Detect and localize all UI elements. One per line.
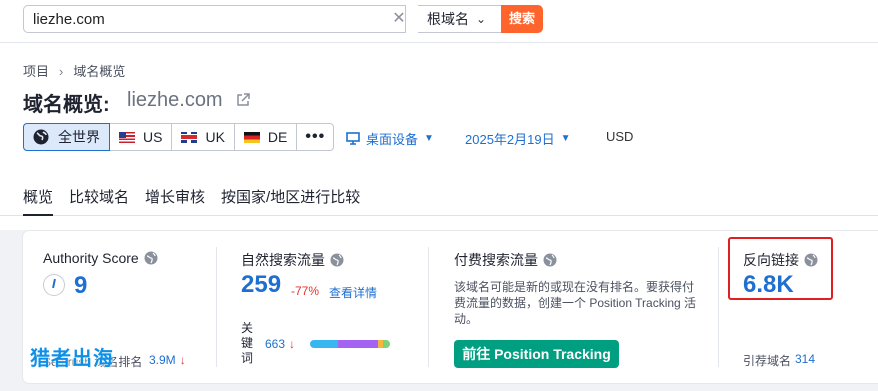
chevron-down-icon: ▼ <box>424 133 434 144</box>
metric-title: Authority Score <box>43 250 139 266</box>
chevron-down-icon: ▼ <box>560 133 571 144</box>
page-domain: liezhe.com <box>127 89 223 111</box>
divider <box>0 42 878 43</box>
view-details-link[interactable]: 查看详情 <box>329 284 377 301</box>
paid-traffic-description: 该域名可能是新的或现在没有排名。要获得付费流量的数据，创建一个 Position… <box>454 280 697 326</box>
rank-value[interactable]: 3.9M ↓ <box>149 353 186 367</box>
region-de[interactable]: DE <box>233 123 298 151</box>
globe-icon <box>33 129 49 145</box>
authority-score-title: Authority Score <box>43 250 158 266</box>
device-label: 桌面设备 <box>366 132 419 147</box>
de-flag-icon <box>243 131 260 143</box>
uk-flag-icon <box>181 131 198 143</box>
external-link-icon[interactable] <box>236 93 250 107</box>
divider <box>718 247 719 367</box>
info-icon[interactable] <box>543 253 557 267</box>
device-selector[interactable]: 桌面设备 ▼ <box>346 129 434 148</box>
search-button[interactable]: 搜索 <box>501 5 543 33</box>
watermark: 猎者出海 <box>30 348 114 370</box>
keywords-value[interactable]: 663 ↓ <box>265 337 295 351</box>
divider <box>428 247 429 367</box>
page-title: 域名概览: <box>23 94 110 116</box>
chevron-right-icon: › <box>59 64 64 79</box>
chevron-down-icon: ⌄ <box>476 12 487 26</box>
paid-traffic-title: 付费搜索流量 <box>454 250 557 270</box>
close-icon[interactable]: ✕ <box>390 9 408 29</box>
region-us[interactable]: US <box>109 123 173 151</box>
highlight-box <box>728 237 833 300</box>
date-label: 2025年2月19日 <box>465 132 555 147</box>
keyword-segment-1 <box>338 340 378 348</box>
authority-score-value[interactable]: 9 <box>74 272 87 300</box>
date-selector[interactable]: 2025年2月19日 ▼ <box>465 129 571 148</box>
more-icon: ••• <box>305 128 326 145</box>
arrow-down-icon: ↓ <box>289 337 296 351</box>
keyword-segment-0 <box>310 340 338 348</box>
region-label: DE <box>267 129 288 145</box>
keywords-number: 663 <box>265 337 286 351</box>
scope-select[interactable]: 根域名 <box>418 5 504 33</box>
tab-growth-report[interactable]: 增长审核 <box>145 186 205 214</box>
us-flag-icon <box>119 131 135 143</box>
region-label: 全世界 <box>58 129 100 145</box>
position-tracking-button[interactable]: 前往 Position Tracking <box>454 340 619 368</box>
breadcrumb-item-projects[interactable]: 项目 <box>23 61 49 80</box>
organic-traffic-value[interactable]: 259 <box>241 271 281 299</box>
organic-traffic-change: -77% <box>291 284 320 298</box>
tab-overview[interactable]: 概览 <box>23 186 54 216</box>
keywords-label: 关键词 <box>241 321 254 365</box>
region-label: UK <box>205 129 225 145</box>
scope-label: 根域名 <box>427 11 469 27</box>
divider <box>216 247 217 367</box>
region-worldwide[interactable]: 全世界 <box>23 123 110 151</box>
keyword-distribution-bar[interactable] <box>310 340 390 348</box>
tab-compare-by-country[interactable]: 按国家/地区进行比较 <box>221 186 360 214</box>
info-icon[interactable] <box>144 251 158 265</box>
currency-label: USD <box>606 129 634 144</box>
region-label: US <box>143 129 163 145</box>
referring-domains-label: 引荐域名 <box>743 354 792 368</box>
arrow-down-icon: ↓ <box>179 353 186 367</box>
tab-bar: 概览 比较域名 增长审核 按国家/地区进行比较 <box>23 186 376 216</box>
tab-compare-domains[interactable]: 比较域名 <box>69 186 129 214</box>
metric-title: 付费搜索流量 <box>454 252 538 268</box>
more-regions-button[interactable]: ••• <box>296 123 335 151</box>
region-uk[interactable]: UK <box>171 123 235 151</box>
metric-title: 自然搜索流量 <box>241 252 325 268</box>
rank-number: 3.9M <box>149 353 176 367</box>
organic-traffic-title: 自然搜索流量 <box>241 250 344 270</box>
referring-domains-value[interactable]: 314 <box>795 352 815 366</box>
search-input[interactable] <box>23 5 406 33</box>
breadcrumb: 项目 › 域名概览 <box>23 61 125 80</box>
monitor-icon <box>346 132 360 145</box>
info-icon[interactable] <box>330 253 344 267</box>
breadcrumb-item-current: 域名概览 <box>73 64 126 79</box>
region-selector: 全世界 US UK DE ••• <box>23 123 335 151</box>
search-bar: ✕ 根域名 ⌄ 搜索 <box>23 5 543 33</box>
